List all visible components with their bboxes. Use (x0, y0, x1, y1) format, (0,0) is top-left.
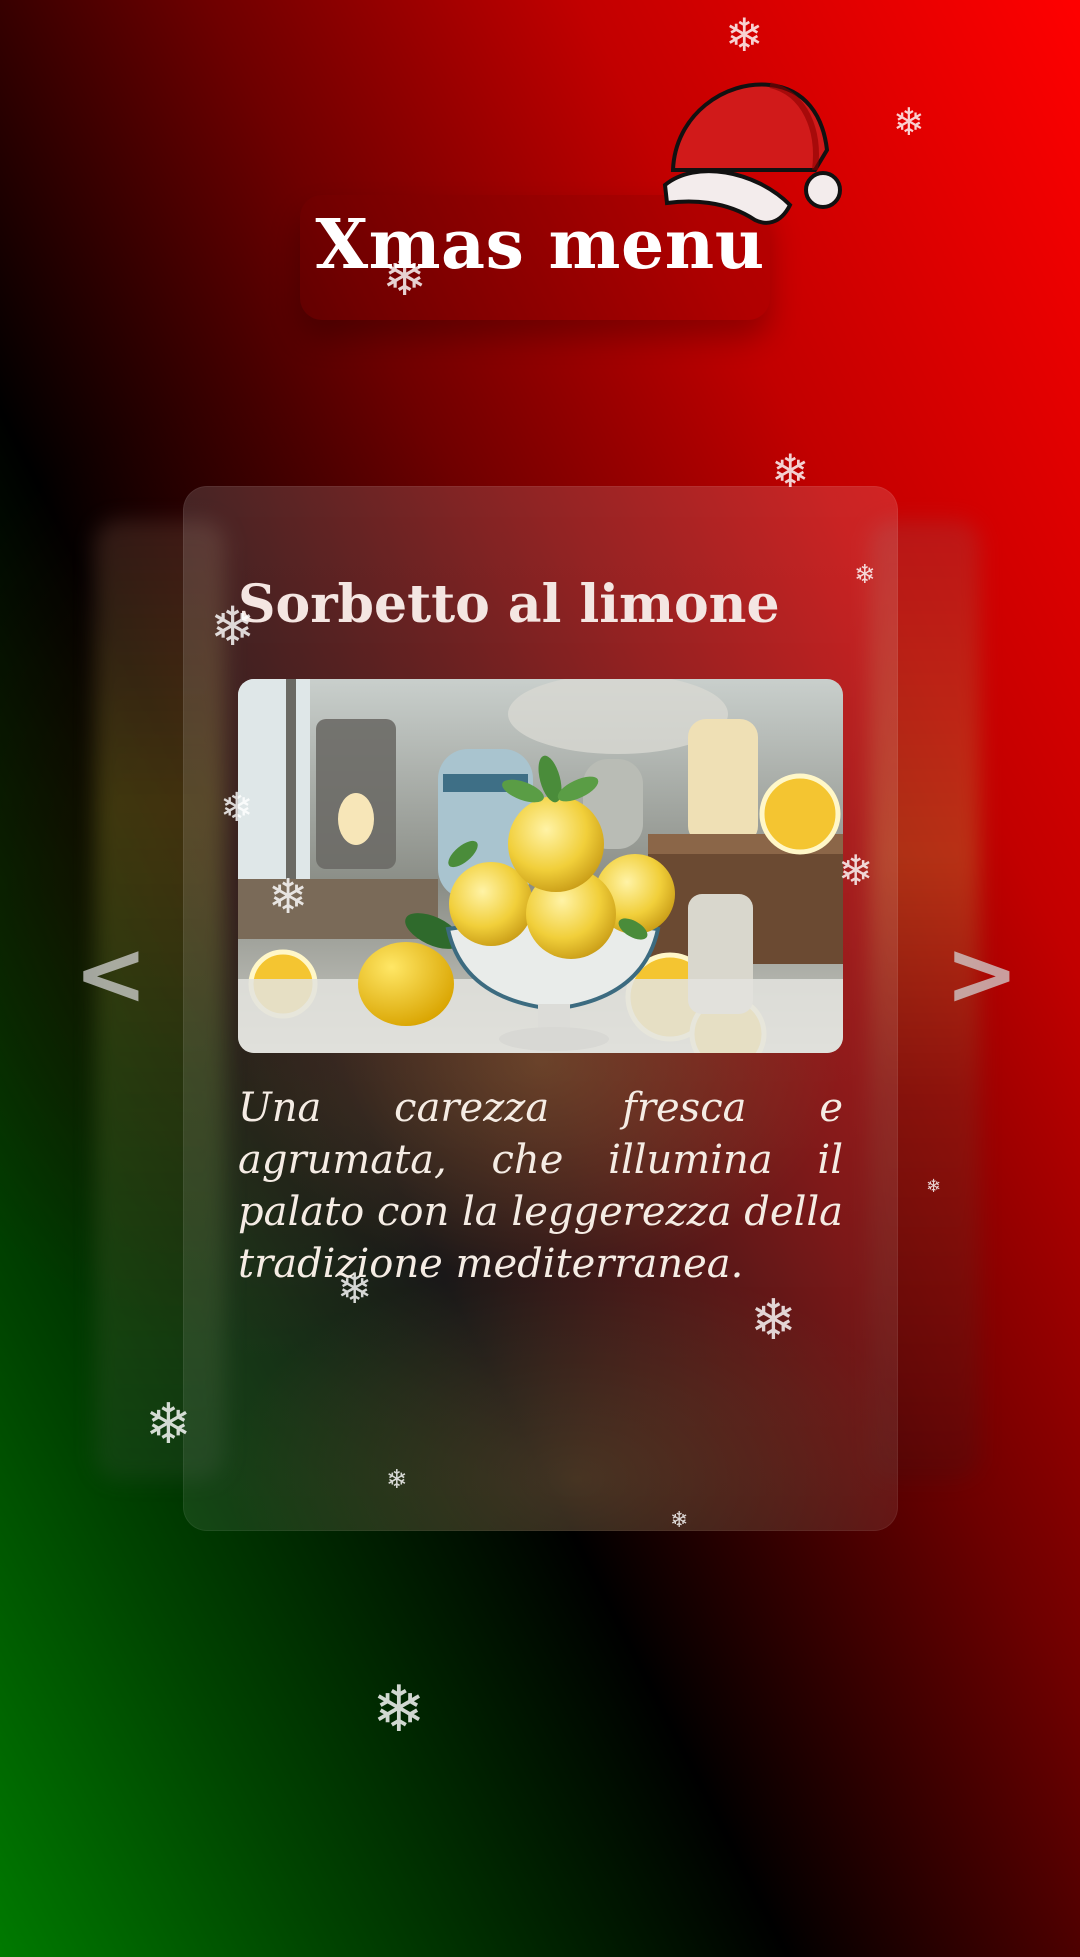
dish-name: Sorbetto al limone (238, 574, 780, 635)
snowflake-icon: ❄ (725, 8, 764, 62)
snowflake-icon: ❄ (893, 100, 925, 144)
menu-card: Sorbetto al limone Una carezza fresca e … (183, 486, 898, 1531)
dish-photo (238, 679, 843, 1053)
next-button[interactable]: > (945, 930, 1019, 1018)
santa-hat-icon (662, 82, 842, 225)
dish-description: Una carezza fresca e agrumata, che illum… (238, 1085, 843, 1287)
snowflake-icon: ❄ (372, 1673, 426, 1747)
previous-button[interactable]: < (74, 930, 148, 1018)
